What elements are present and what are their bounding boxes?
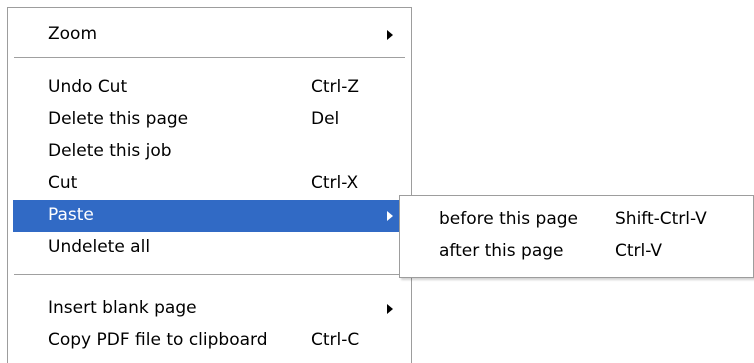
submenu-item-after-page[interactable]: after this page Ctrl-V: [404, 236, 749, 268]
context-menu: Zoom Undo Cut Ctrl-Z Delete this page De…: [7, 7, 412, 363]
menu-separator: [14, 57, 405, 58]
submenu-item-label: after this page: [439, 241, 564, 261]
menu-item-delete-page[interactable]: Delete this page Del: [13, 104, 406, 136]
submenu-item-shortcut: Ctrl-V: [615, 241, 663, 261]
menu-item-insert-blank-page[interactable]: Insert blank page: [13, 293, 406, 325]
menu-item-zoom[interactable]: Zoom: [13, 19, 406, 51]
menu-item-shortcut: Del: [311, 109, 340, 129]
menu-item-label: Paste: [48, 205, 94, 225]
submenu-item-label: before this page: [439, 209, 578, 229]
menu-item-label: Undelete all: [48, 237, 151, 257]
menu-item-label: Delete this page: [48, 109, 189, 129]
menu-item-shortcut: Ctrl-X: [311, 173, 359, 193]
submenu-arrow-icon: [387, 30, 393, 40]
menu-item-shortcut: Ctrl-C: [311, 330, 360, 350]
menu-item-shortcut: Ctrl-Z: [311, 77, 360, 97]
menu-item-copy-pdf[interactable]: Copy PDF file to clipboard Ctrl-C: [13, 325, 406, 357]
menu-item-undo-cut[interactable]: Undo Cut Ctrl-Z: [13, 72, 406, 104]
paste-submenu: before this page Shift-Ctrl-V after this…: [399, 195, 754, 278]
submenu-item-shortcut: Shift-Ctrl-V: [615, 209, 707, 229]
menu-item-label: Zoom: [48, 24, 98, 44]
menu-item-label: Delete this job: [48, 141, 172, 161]
menu-item-delete-job[interactable]: Delete this job: [13, 136, 406, 168]
menu-item-label: Insert blank page: [48, 298, 197, 318]
menu-item-undelete-all[interactable]: Undelete all: [13, 232, 406, 264]
submenu-item-before-page[interactable]: before this page Shift-Ctrl-V: [404, 204, 749, 236]
submenu-arrow-icon: [387, 211, 393, 221]
menu-separator: [14, 274, 405, 275]
menu-item-label: Cut: [48, 173, 78, 193]
submenu-arrow-icon: [387, 304, 393, 314]
menu-item-paste[interactable]: Paste: [13, 200, 406, 232]
menu-item-label: Undo Cut: [48, 77, 128, 97]
menu-item-cut[interactable]: Cut Ctrl-X: [13, 168, 406, 200]
menu-item-label: Copy PDF file to clipboard: [48, 330, 268, 350]
